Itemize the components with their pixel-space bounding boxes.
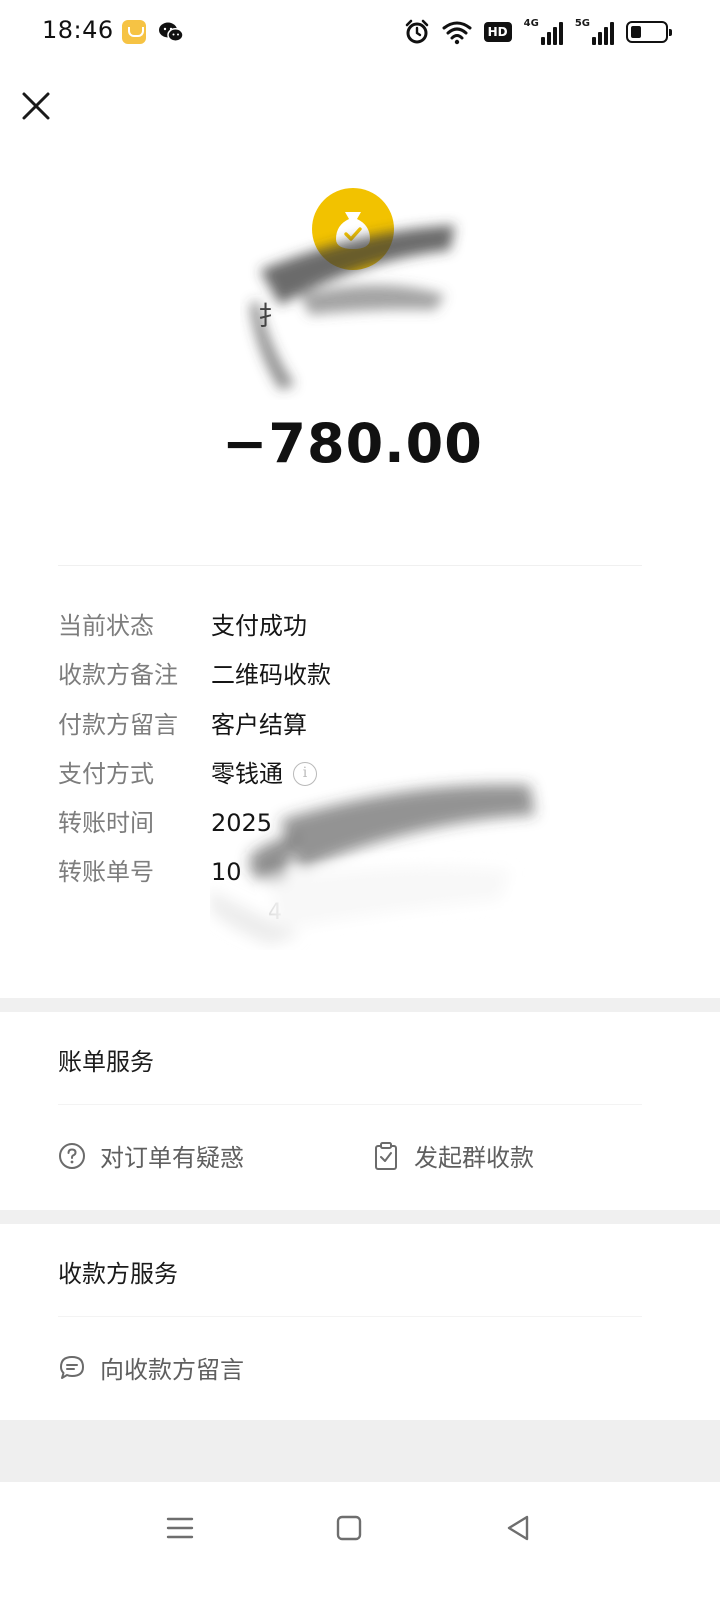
menu-icon[interactable] [160,1508,200,1548]
detail-label: 当前状态 [58,612,154,640]
detail-row-status: 当前状态 支付成功 [58,604,658,653]
info-icon[interactable]: i [293,761,317,786]
detail-label: 付款方留言 [58,710,178,739]
detail-value-text: 零钱通 [211,759,283,788]
battery-fill [631,26,641,38]
detail-row-payer-message: 付款方留言 客户结算 [58,703,658,752]
detail-value: 客户结算 [211,703,307,747]
section-separator [0,1210,720,1224]
detail-value: 10 [211,850,242,894]
detail-value-text: 2025 [211,809,273,838]
divider [58,1104,642,1105]
detail-row-transfer-time: 转账时间 2025 [58,801,658,850]
detail-label: 转账时间 [58,809,154,838]
money-bag-shape [336,212,370,249]
detail-value-text: 二维码收款 [211,661,331,690]
bottom-background [0,1420,720,1482]
order-question-button[interactable]: 对订单有疑惑 [58,1138,244,1173]
detail-value: 2025 [211,801,272,845]
detail-value: 支付成功 [211,604,307,648]
detail-value: 零钱通 i [211,752,317,796]
document-clip-icon [375,1141,397,1170]
signal-4g-label: 4G [523,18,539,29]
detail-label: 转账单号 [58,858,154,887]
status-bar: 18:46 HD 4G 5G [0,0,720,64]
status-icons: HD 4G 5G [404,18,672,46]
money-bag-check-icon [312,188,394,270]
signal-4g-icon: 4G [524,19,563,45]
order-question-label: 对订单有疑惑 [100,1144,244,1172]
detail-value: 二维码收款 [211,653,331,697]
message-payee-label: 向收款方留言 [100,1356,244,1384]
detail-value-faint: 4 [268,900,282,925]
notification-app-icon [122,20,146,44]
detail-value-text: 支付成功 [211,612,307,640]
payee-service-title: 收款方服务 [58,1260,178,1288]
divider [58,1316,642,1317]
payee-name-partial: 扌 [258,302,285,332]
question-circle-icon [59,1142,85,1169]
detail-row-payee-note: 收款方备注 二维码收款 [58,653,658,702]
status-time: 18:46 [42,16,114,44]
signal-5g-icon: 5G [575,19,614,45]
transfer-details: 当前状态 支付成功 收款方备注 二维码收款 付款方留言 客户结算 支付方式 零钱… [58,604,658,925]
battery-icon [626,21,672,43]
detail-label: 支付方式 [58,759,154,788]
message-payee-button[interactable]: 向收款方留言 [58,1350,244,1385]
hd-voice-icon: HD [483,22,512,42]
signal-5g-label: 5G [574,18,590,29]
detail-label: 收款方备注 [58,661,178,690]
alarm-icon [405,19,428,44]
divider [58,565,642,566]
detail-row-transfer-number: 转账单号 10 [58,850,658,899]
transfer-detail-page: 18:46 HD 4G 5G 扌 −780.00 当前状态 支付成功 收款方备注… [0,0,720,1600]
back-triangle-icon[interactable] [498,1508,538,1548]
group-collect-button[interactable]: 发起群收款 [372,1138,534,1173]
wechat-icon [159,22,184,42]
chat-bubble-icon [60,1355,84,1379]
close-icon[interactable] [18,88,54,124]
detail-row-payment-method: 支付方式 零钱通 i [58,752,658,801]
group-collect-label: 发起群收款 [414,1144,534,1172]
detail-value-text: 客户结算 [211,710,307,739]
transfer-amount: −780.00 [222,412,483,475]
home-square-icon[interactable] [329,1508,369,1548]
detail-value-text: 10 [211,858,242,887]
section-separator [0,998,720,1012]
wifi-icon [442,21,472,45]
bill-service-title: 账单服务 [58,1048,154,1076]
